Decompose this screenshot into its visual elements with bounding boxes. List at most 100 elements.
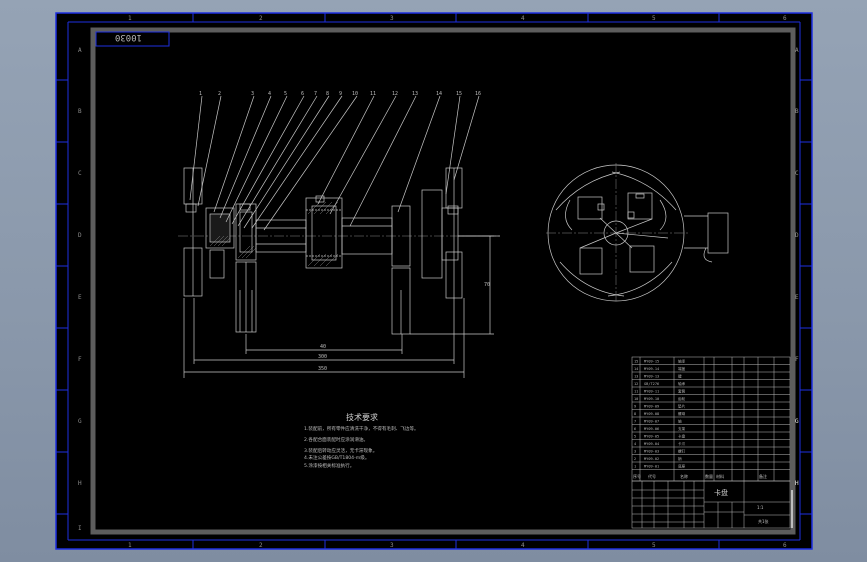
balloon-3: 3	[251, 91, 254, 97]
zone-left-I: I	[78, 525, 82, 532]
bom-cell-no: 12	[634, 382, 638, 386]
zone-left-A: A	[78, 47, 82, 54]
zone-left-H: H	[78, 480, 82, 487]
note-line-4: 4.未注公差按GB/T1804-m级。	[304, 454, 369, 461]
zone-top-1: 1	[128, 15, 132, 22]
bom-h-qty: 数量	[705, 473, 713, 479]
bom-h-name: 名称	[680, 473, 688, 479]
zone-bottom-6: 6	[783, 542, 787, 549]
zone-right-B: B	[795, 108, 799, 115]
bom-cell-no: 6	[634, 427, 636, 431]
bom-cell-code: GB/T276	[644, 382, 659, 386]
balloon-16: 16	[475, 91, 481, 97]
zone-bottom-2: 2	[259, 542, 263, 549]
zone-right-H: H	[795, 480, 799, 487]
bom-cell-no: 1	[634, 465, 636, 469]
bom-cell-name: 轴承	[678, 359, 686, 364]
bom-cell-name: 销	[678, 456, 682, 461]
bom-cell-name: 卡爪	[678, 441, 686, 446]
bom-cell-no: 13	[634, 375, 638, 379]
bom-cell-no: 2	[634, 457, 636, 461]
balloon-10: 10	[352, 91, 358, 97]
bom-cell-code: MY09-15	[644, 360, 659, 364]
bom-cell-code: MY09-05	[644, 435, 659, 439]
balloon-8: 8	[326, 91, 329, 97]
zone-right-D: D	[795, 232, 799, 239]
bom-h-no: 序号	[633, 473, 641, 479]
zone-bottom-5: 5	[652, 542, 656, 549]
zone-top-2: 2	[259, 15, 263, 22]
zone-bottom-4: 4	[521, 542, 525, 549]
bom-cell-code: MY09-02	[644, 457, 659, 461]
bom-cell-name: 端盖	[678, 366, 686, 371]
bom-cell-code: MY09-04	[644, 442, 659, 446]
zone-right-A: A	[795, 47, 799, 54]
bom-cell-no: 3	[634, 450, 636, 454]
balloon-2: 2	[218, 91, 221, 97]
bom-cell-name: 套筒	[678, 389, 686, 394]
bom-cell-name: 垫片	[678, 404, 686, 409]
zone-top-4: 4	[521, 15, 525, 22]
bom-cell-code: MY09-10	[644, 397, 659, 401]
bom-cell-no: 8	[634, 412, 636, 416]
bom-h-code: 代号	[648, 473, 656, 479]
bom-cell-code: MY09-07	[644, 420, 659, 424]
note-line-1: 1.装配前，所有零件应清洗干净，不得有毛刺、飞边等。	[304, 425, 419, 432]
zone-right-C: C	[795, 170, 799, 177]
bom-cell-code: MY09-14	[644, 367, 659, 371]
bom-h-rem: 备注	[759, 473, 767, 479]
zone-left-F: F	[78, 356, 82, 363]
outer-frame	[55, 12, 813, 550]
bom-cell-code: MY09-08	[644, 412, 659, 416]
bom-cell-no: 11	[634, 390, 638, 394]
bom-cell-no: 15	[634, 360, 638, 364]
zone-left-G: G	[78, 418, 82, 425]
bom-cell-code: MY09-11	[644, 390, 659, 394]
balloon-14: 14	[436, 91, 442, 97]
bom-cell-name: 支架	[678, 426, 686, 431]
dim-2: 300	[318, 354, 327, 360]
balloon-1: 1	[199, 91, 202, 97]
balloon-6: 6	[301, 91, 304, 97]
bom-cell-name: 键	[678, 374, 682, 379]
zone-left-B: B	[78, 108, 82, 115]
bom-cell-no: 9	[634, 405, 636, 409]
zone-left-C: C	[78, 170, 82, 177]
zone-top-5: 5	[652, 15, 656, 22]
bom-cell-name: 轴承	[678, 381, 686, 386]
zone-right-E: E	[795, 294, 799, 301]
zone-left-D: D	[78, 232, 82, 239]
bom-cell-no: 4	[634, 442, 636, 446]
balloon-4: 4	[268, 91, 271, 97]
drawing-code: 10030	[115, 32, 142, 42]
zone-bottom-1: 1	[128, 542, 132, 549]
balloon-13: 13	[412, 91, 418, 97]
bom-cell-name: 螺母	[678, 411, 686, 416]
drawing-sheet: 1 2 3 4 5 6 1 2 3 4 5 6 A B C D E F G H …	[55, 12, 813, 550]
bom-cell-name: 底座	[678, 464, 686, 469]
bom-cell-no: 7	[634, 420, 636, 424]
cad-viewport[interactable]: 1 2 3 4 5 6 1 2 3 4 5 6 A B C D E F G H …	[0, 0, 867, 562]
bom-cell-name: 轴	[678, 419, 682, 424]
zone-top-3: 3	[390, 15, 394, 22]
dim-3: 350	[318, 366, 327, 372]
bom-cell-name: 卡盘	[678, 434, 686, 439]
title-scale: 1:1	[757, 505, 764, 510]
bom-cell-no: 14	[634, 367, 638, 371]
balloon-12: 12	[392, 91, 398, 97]
zone-top-6: 6	[783, 15, 787, 22]
bom-cell-name: 齿轮	[678, 396, 686, 401]
zone-bottom-3: 3	[390, 542, 394, 549]
bom-cell-code: MY09-01	[644, 465, 659, 469]
note-line-3: 3.装配后转动应灵活，无卡滞现象。	[304, 447, 377, 454]
bom-cell-no: 10	[634, 397, 638, 401]
balloon-7: 7	[314, 91, 317, 97]
zone-right-F: F	[795, 356, 799, 363]
bom-cell-no: 5	[634, 435, 636, 439]
zone-left-E: E	[78, 294, 82, 301]
balloon-11: 11	[370, 91, 376, 97]
note-line-2: 2.各配合面装配时应涂润滑油。	[304, 436, 368, 443]
bom-cell-name: 螺钉	[678, 449, 686, 454]
zone-right-G: G	[795, 418, 799, 425]
bom-cell-code: MY09-09	[644, 405, 659, 409]
